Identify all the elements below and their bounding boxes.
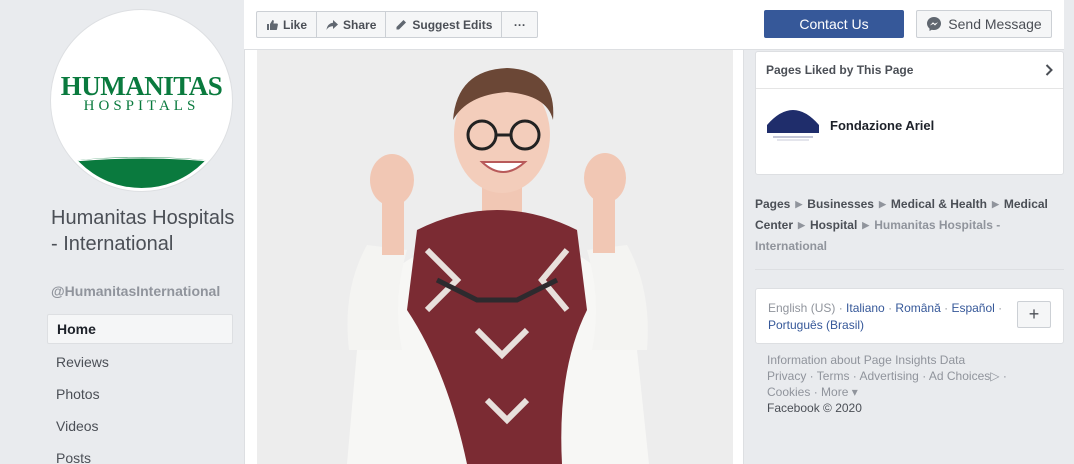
privacy-link[interactable]: Privacy (767, 369, 806, 383)
page-title[interactable]: Humanitas Hospitals - International (51, 205, 236, 257)
cover-photo[interactable] (257, 50, 733, 464)
contact-us-button[interactable]: Contact Us (764, 10, 904, 38)
share-button[interactable]: Share (316, 11, 387, 38)
page-insights-link[interactable]: Information about Page Insights Data (767, 352, 1057, 368)
more-options-button[interactable]: ··· (501, 11, 539, 38)
language-link[interactable]: Română (895, 301, 940, 315)
fondazione-ariel-logo[interactable] (767, 99, 819, 151)
add-language-button[interactable]: + (1017, 301, 1051, 328)
ariel-logo-art (767, 99, 819, 151)
thumbs-up-icon (267, 19, 278, 30)
like-label: Like (283, 17, 308, 32)
suggest-edits-label: Suggest Edits (412, 17, 493, 32)
nav-item-posts[interactable]: Posts (47, 442, 233, 464)
language-link[interactable]: Português (Brasil) (768, 318, 864, 332)
more-link[interactable]: More (821, 385, 848, 399)
language-link[interactable]: Español (951, 301, 994, 315)
copyright: Facebook © 2020 (767, 401, 862, 415)
breadcrumb-separator-icon: ▶ (798, 220, 805, 230)
ad-choices-link[interactable]: Ad Choices (929, 369, 990, 383)
page-footer: Information about Page Insights Data Pri… (767, 352, 1057, 416)
language-list: English (US) · Italiano · Română · Españ… (768, 301, 1003, 332)
breadcrumb-separator-icon: ▶ (795, 199, 803, 209)
send-message-label: Send Message (948, 16, 1042, 32)
language-selector: English (US) · Italiano · Română · Españ… (755, 288, 1064, 344)
profile-picture[interactable]: HUMANITAS HOSPITALS (51, 10, 232, 191)
footer-links: Privacy · Terms · Advertising · Ad Choic… (767, 369, 1007, 383)
current-language: English (US) (768, 301, 836, 315)
cover-post (244, 50, 744, 464)
advertising-link[interactable]: Advertising (859, 369, 918, 383)
share-label: Share (343, 17, 377, 32)
breadcrumb-separator-icon: ▶ (878, 199, 886, 209)
nav-item-reviews[interactable]: Reviews (47, 346, 233, 378)
breadcrumb-item[interactable]: Pages (755, 197, 790, 211)
more-icon: ··· (513, 17, 526, 32)
ad-choices-icon: ▷ (990, 369, 1000, 383)
terms-link[interactable]: Terms (817, 369, 850, 383)
footer-links-2: Cookies · More ▾ (767, 385, 858, 399)
liked-page-item[interactable]: Fondazione Ariel (767, 99, 934, 151)
person-photo (257, 50, 733, 464)
page-handle[interactable]: @HumanitasInternational (51, 283, 220, 299)
language-link[interactable]: Italiano (846, 301, 885, 315)
breadcrumb-item[interactable]: Hospital (810, 218, 857, 232)
share-icon (326, 19, 339, 30)
breadcrumb-separator-icon: ▶ (862, 220, 870, 230)
like-button[interactable]: Like (256, 11, 318, 38)
breadcrumb-item[interactable]: Businesses (807, 197, 874, 211)
nav-item-home[interactable]: Home (47, 314, 233, 344)
page-action-bar: Like Share Suggest Edits ··· Contact Us … (244, 0, 1064, 50)
suggest-edits-button[interactable]: Suggest Edits (385, 11, 503, 38)
pages-liked-title: Pages Liked by This Page (766, 63, 914, 77)
messenger-icon (927, 17, 942, 31)
nav-item-videos[interactable]: Videos (47, 410, 233, 442)
nav-item-photos[interactable]: Photos (47, 378, 233, 410)
dropdown-icon: ▾ (848, 385, 858, 399)
cookies-link[interactable]: Cookies (767, 385, 810, 399)
breadcrumb-item[interactable]: Medical & Health (891, 197, 987, 211)
pages-liked-card: Pages Liked by This Page Fondazione Arie… (755, 51, 1064, 175)
send-message-button[interactable]: Send Message (916, 10, 1052, 38)
liked-page-name[interactable]: Fondazione Ariel (830, 118, 934, 133)
chevron-right-icon (1045, 64, 1053, 76)
logo-subtitle: HOSPITALS (83, 98, 200, 114)
action-button-group: Like Share Suggest Edits ··· (256, 11, 539, 38)
pencil-icon (396, 19, 407, 29)
pages-liked-header[interactable]: Pages Liked by This Page (756, 52, 1063, 89)
left-column: HUMANITAS HOSPITALS Humanitas Hospitals … (0, 0, 243, 464)
section-divider (755, 269, 1064, 270)
category-breadcrumb: Pages ▶ Businesses ▶ Medical & Health ▶ Medica… (755, 194, 1065, 257)
breadcrumb-separator-icon: ▶ (991, 199, 999, 209)
page-nav: Home Reviews Photos Videos Posts (47, 314, 233, 464)
